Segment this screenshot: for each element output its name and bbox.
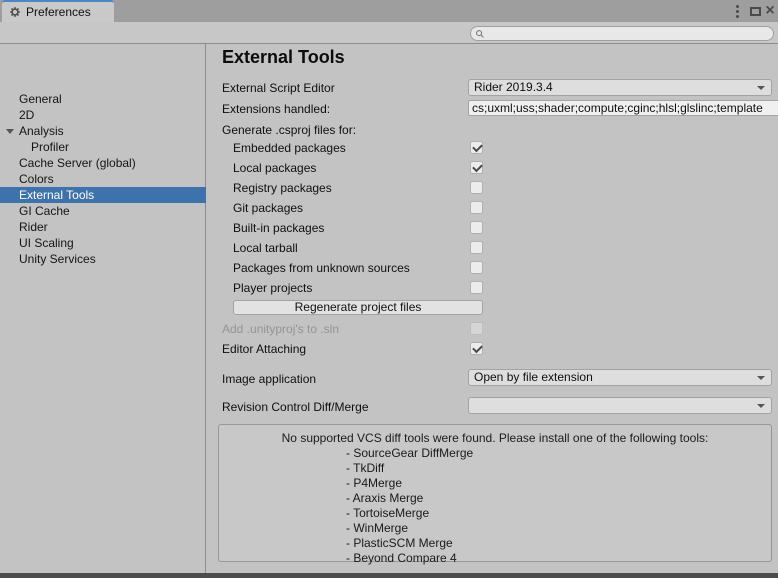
vcs-notice-box: No supported VCS diff tools were found. …: [218, 424, 772, 562]
extensions-handled-input[interactable]: cs;uxml;uss;shader;compute;cginc;hlsl;gl…: [468, 100, 778, 116]
image-application-label: Image application: [222, 372, 316, 387]
external-tools-panel: External Tools External Script Editor Ri…: [207, 44, 778, 573]
unknown-sources-packages-checkbox[interactable]: [470, 261, 483, 274]
vcs-tool-item: - TortoiseMerge: [219, 506, 771, 521]
sidebar-item-unity-services[interactable]: Unity Services: [0, 251, 206, 267]
foldout-arrow-icon[interactable]: [6, 129, 14, 134]
sidebar-item-gi-cache[interactable]: GI Cache: [0, 203, 206, 219]
sidebar-item-general[interactable]: General: [0, 91, 206, 107]
vcs-notice-header: No supported VCS diff tools were found. …: [219, 431, 771, 446]
tab-preferences[interactable]: Preferences: [2, 0, 114, 22]
search-input[interactable]: [488, 28, 758, 40]
sidebar-item-profiler[interactable]: Profiler: [0, 139, 206, 155]
vcs-tool-item: - WinMerge: [219, 521, 771, 536]
revision-control-label: Revision Control Diff/Merge: [222, 400, 369, 415]
extensions-handled-label: Extensions handled:: [222, 102, 330, 117]
menu-dots-icon[interactable]: [732, 0, 742, 22]
external-script-editor-dropdown[interactable]: Rider 2019.3.4: [468, 79, 772, 96]
toolbar: [0, 22, 778, 44]
sidebar-item-rider[interactable]: Rider: [0, 219, 206, 235]
generate-csproj-label: Generate .csproj files for:: [222, 123, 356, 138]
search-box[interactable]: [470, 26, 774, 41]
sidebar-item-cache-server[interactable]: Cache Server (global): [0, 155, 206, 171]
player-projects-label: Player projects: [233, 281, 312, 296]
registry-packages-checkbox[interactable]: [470, 181, 483, 194]
gear-icon: [9, 6, 21, 18]
local-tarball-checkbox[interactable]: [470, 241, 483, 254]
editor-attaching-checkbox[interactable]: [470, 342, 483, 355]
embedded-packages-checkbox[interactable]: [470, 141, 483, 154]
close-icon[interactable]: ×: [762, 0, 778, 22]
sidebar-item-analysis[interactable]: Analysis: [0, 123, 206, 139]
local-tarball-label: Local tarball: [233, 241, 298, 256]
sidebar-item-colors[interactable]: Colors: [0, 171, 206, 187]
window-bottom-border: [0, 573, 778, 578]
git-packages-checkbox[interactable]: [470, 201, 483, 214]
unknown-sources-packages-label: Packages from unknown sources: [233, 261, 410, 276]
add-unityproj-checkbox: [470, 322, 483, 335]
editor-attaching-label: Editor Attaching: [222, 342, 306, 357]
tab-title: Preferences: [26, 5, 91, 19]
image-application-dropdown[interactable]: Open by file extension: [468, 369, 772, 386]
local-packages-checkbox[interactable]: [470, 161, 483, 174]
local-packages-label: Local packages: [233, 161, 316, 176]
player-projects-checkbox[interactable]: [470, 281, 483, 294]
built-in-packages-checkbox[interactable]: [470, 221, 483, 234]
vcs-tool-item: - Beyond Compare 4: [219, 551, 771, 566]
regenerate-project-files-button[interactable]: Regenerate project files: [233, 300, 483, 315]
built-in-packages-label: Built-in packages: [233, 221, 324, 236]
chevron-down-icon: [757, 404, 765, 408]
registry-packages-label: Registry packages: [233, 181, 332, 196]
sidebar-item-2d[interactable]: 2D: [0, 107, 206, 123]
tab-strip: Preferences ×: [0, 0, 778, 22]
vcs-tool-item: - TkDiff: [219, 461, 771, 476]
external-script-editor-label: External Script Editor: [222, 81, 335, 96]
sidebar-item-external-tools[interactable]: External Tools: [0, 187, 206, 203]
maximize-icon[interactable]: [750, 0, 762, 22]
revision-control-dropdown[interactable]: [468, 397, 772, 414]
vcs-tool-item: - P4Merge: [219, 476, 771, 491]
vcs-tool-item: - Araxis Merge: [219, 491, 771, 506]
preferences-window: Preferences × General 2D Analysis Profil…: [0, 0, 778, 578]
embedded-packages-label: Embedded packages: [233, 141, 346, 156]
page-title: External Tools: [222, 47, 345, 68]
add-unityproj-label: Add .unityproj's to .sln: [222, 322, 339, 337]
chevron-down-icon: [757, 376, 765, 380]
sidebar-item-ui-scaling[interactable]: UI Scaling: [0, 235, 206, 251]
vcs-tool-item: - PlasticSCM Merge: [219, 536, 771, 551]
git-packages-label: Git packages: [233, 201, 303, 216]
search-icon: [475, 29, 485, 39]
chevron-down-icon: [757, 86, 765, 90]
vcs-tool-item: - SourceGear DiffMerge: [219, 446, 771, 461]
settings-sidebar: General 2D Analysis Profiler Cache Serve…: [0, 44, 206, 573]
